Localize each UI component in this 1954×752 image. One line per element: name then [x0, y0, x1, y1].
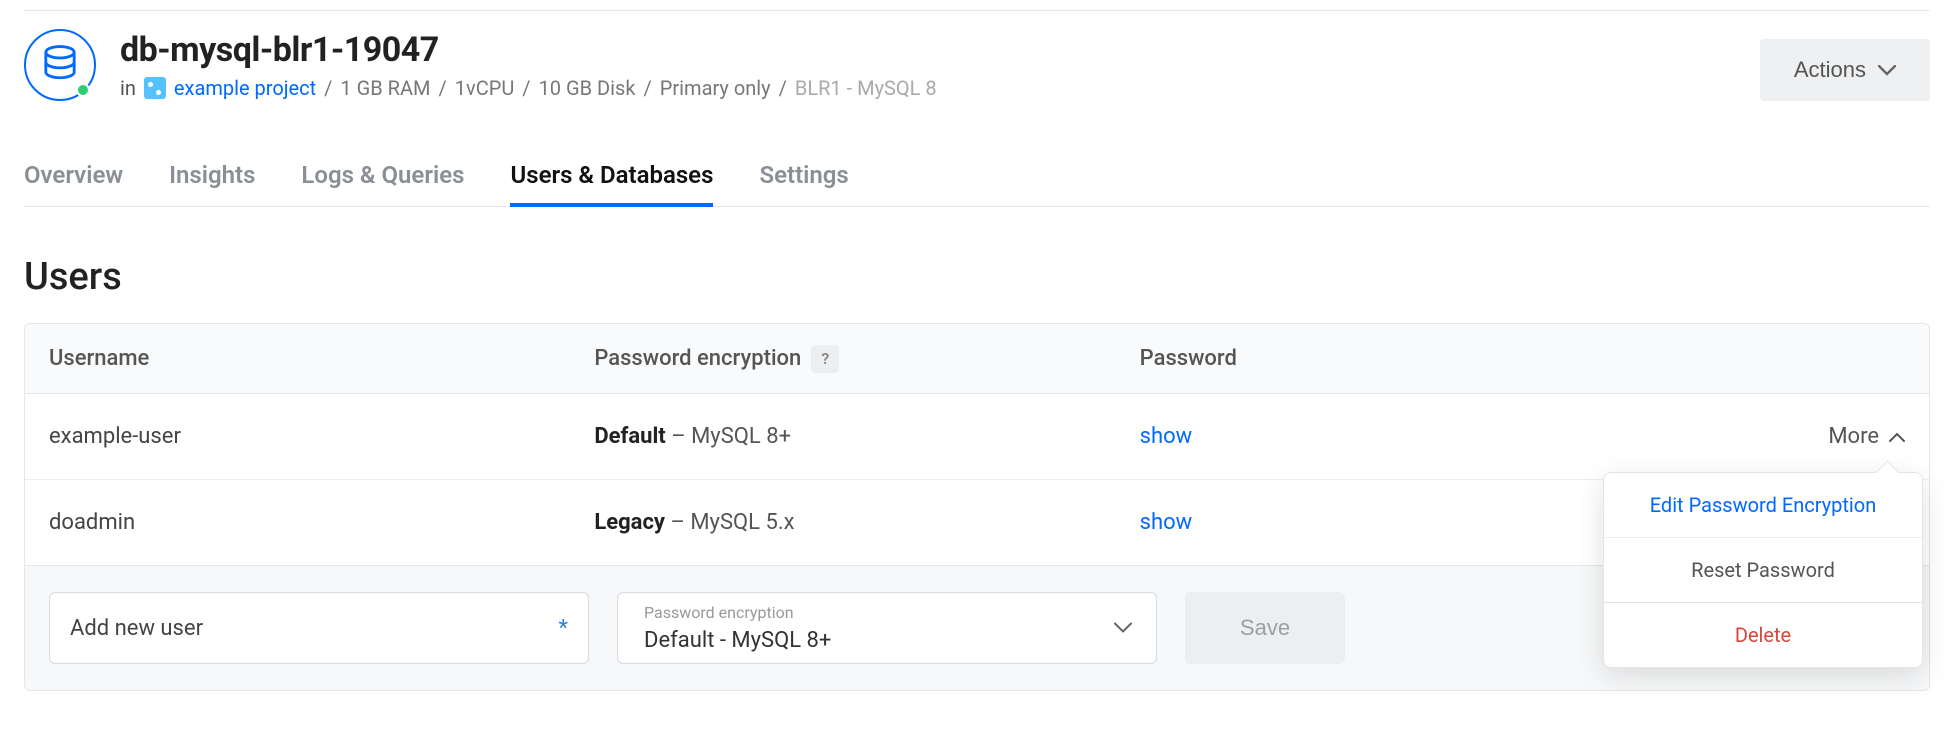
tab-users-databases[interactable]: Users & Databases	[510, 147, 713, 207]
show-password-link[interactable]: show	[1140, 510, 1193, 535]
more-label: More	[1828, 424, 1879, 449]
popover-edit-encryption[interactable]: Edit Password Encryption	[1604, 473, 1922, 537]
project-link[interactable]: example project	[174, 76, 316, 100]
tab-overview[interactable]: Overview	[24, 147, 123, 207]
database-icon	[24, 29, 96, 101]
encryption-select-label: Password encryption	[644, 603, 794, 622]
page-header: db-mysql-blr1-19047 in example project /…	[24, 10, 1930, 101]
tabs: Overview Insights Logs & Queries Users &…	[24, 147, 1930, 207]
popover-delete[interactable]: Delete	[1604, 602, 1922, 667]
actions-button[interactable]: Actions	[1760, 39, 1930, 101]
users-table: Username Password encryption ? Password …	[24, 323, 1930, 691]
tab-insights[interactable]: Insights	[169, 147, 255, 207]
encryption-select-value: Default - MySQL 8+	[644, 628, 1136, 653]
chevron-down-icon	[1878, 65, 1896, 76]
spec-ram: 1 GB RAM	[340, 76, 430, 100]
chevron-down-icon	[1114, 623, 1132, 634]
project-icon	[144, 77, 166, 99]
tab-settings[interactable]: Settings	[759, 147, 848, 207]
users-heading: Users	[24, 255, 1930, 299]
cell-encryption: Legacy – MySQL 5.x	[594, 510, 1139, 535]
help-icon[interactable]: ?	[811, 345, 839, 373]
required-icon: *	[559, 616, 568, 641]
new-username-placeholder: Add new user	[70, 616, 203, 641]
tab-logs-queries[interactable]: Logs & Queries	[301, 147, 464, 207]
users-table-head: Username Password encryption ? Password	[25, 324, 1929, 394]
col-username: Username	[49, 346, 594, 371]
spec-mode: Primary only	[660, 76, 771, 100]
table-row: example-user Default – MySQL 8+ show Mor…	[25, 394, 1929, 480]
cell-username: example-user	[49, 424, 594, 449]
spec-disk: 10 GB Disk	[539, 76, 636, 100]
page-title: db-mysql-blr1-19047	[120, 30, 937, 70]
save-button[interactable]: Save	[1185, 592, 1345, 664]
show-password-link[interactable]: show	[1140, 424, 1193, 449]
cell-encryption: Default – MySQL 8+	[594, 424, 1139, 449]
actions-label: Actions	[1794, 57, 1866, 83]
col-encryption: Password encryption	[594, 346, 801, 371]
in-label: in	[120, 76, 136, 100]
status-dot-icon	[76, 83, 90, 97]
chevron-up-icon	[1889, 432, 1905, 442]
cell-username: doadmin	[49, 510, 594, 535]
spec-cpu: 1vCPU	[455, 76, 515, 100]
new-username-input[interactable]: Add new user *	[49, 592, 589, 664]
popover-reset-password[interactable]: Reset Password	[1604, 537, 1922, 602]
more-popover: Edit Password Encryption Reset Password …	[1603, 472, 1923, 668]
more-button[interactable]: More	[1685, 424, 1905, 449]
spec-region-engine: BLR1 - MySQL 8	[795, 76, 937, 100]
header-meta: in example project / 1 GB RAM / 1vCPU / …	[120, 76, 937, 100]
encryption-select[interactable]: Password encryption Default - MySQL 8+	[617, 592, 1157, 664]
col-password: Password	[1140, 346, 1685, 371]
